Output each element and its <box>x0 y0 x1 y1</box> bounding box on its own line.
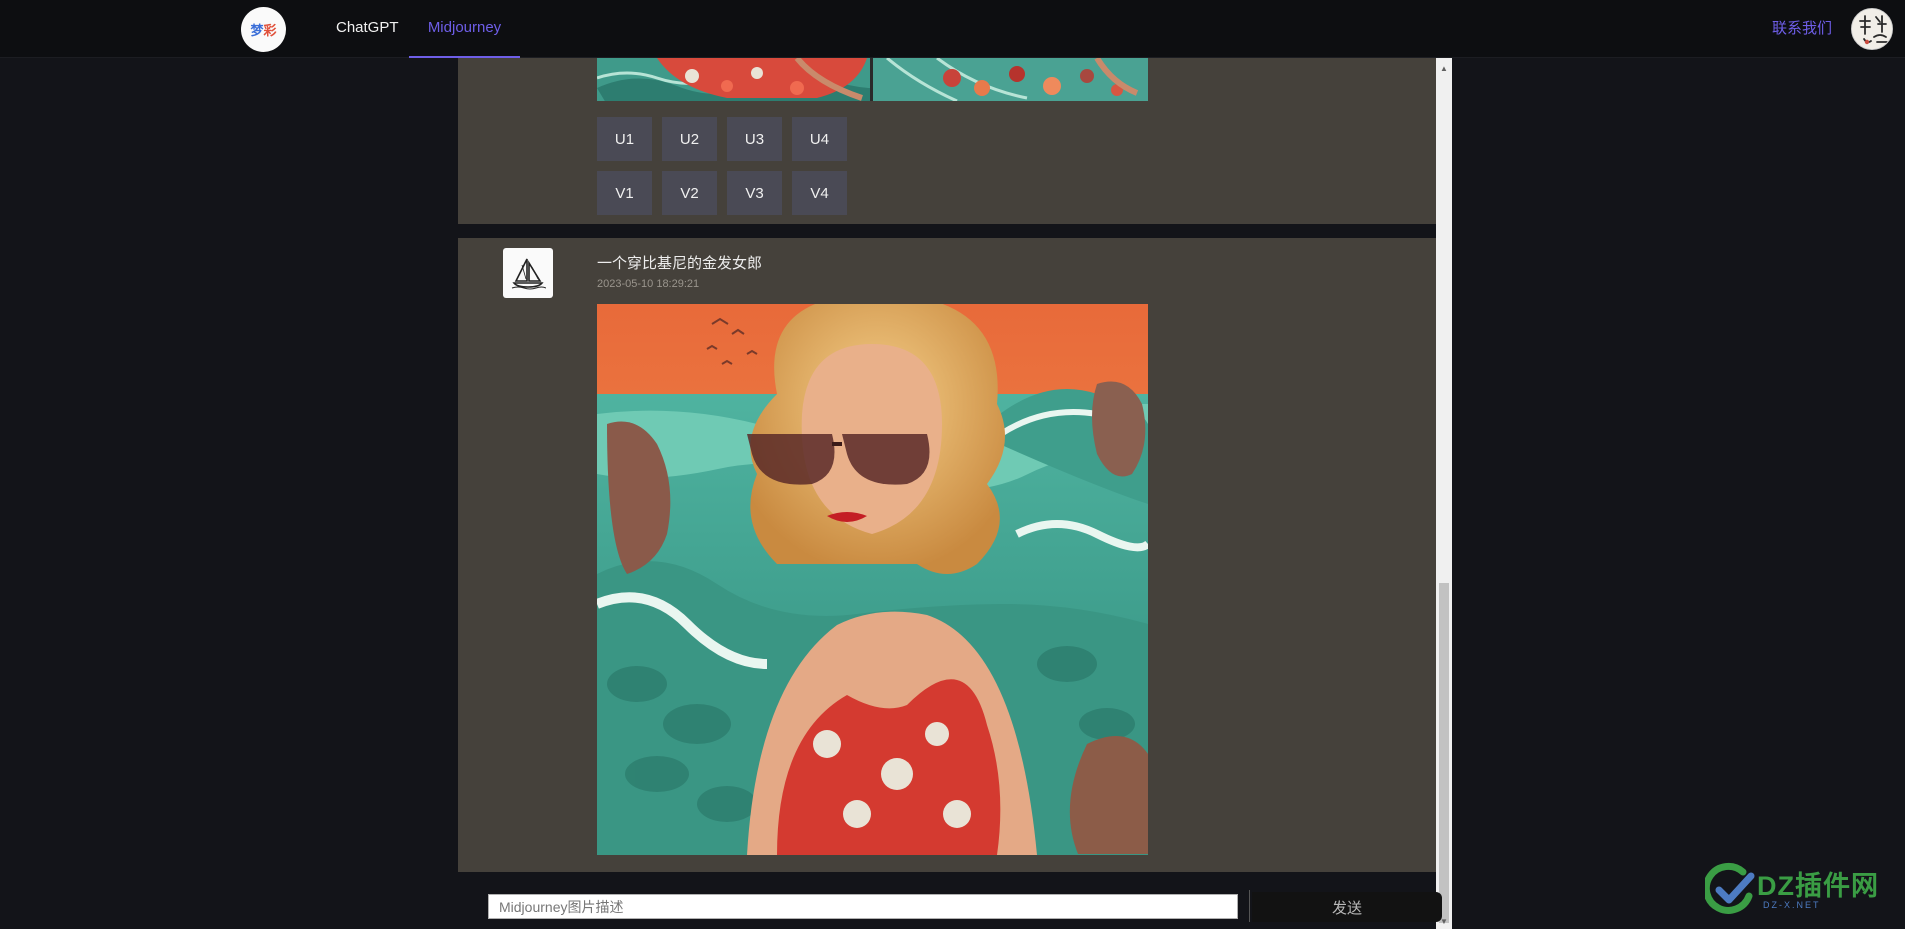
variation-button-v4[interactable]: V4 <box>792 171 847 215</box>
variation-button-v2[interactable]: V2 <box>662 171 717 215</box>
chat-panel[interactable]: U1 U2 U3 U4 V1 V2 V3 V4 一个穿比基尼的金发女郎 2023… <box>458 58 1436 929</box>
previous-result-image[interactable] <box>597 58 1148 101</box>
prompt-text: 一个穿比基尼的金发女郎 <box>597 255 763 272</box>
generated-image-art <box>597 304 1148 855</box>
composer-bar: 发送 <box>458 885 1442 929</box>
current-message: 一个穿比基尼的金发女郎 2023-05-10 18:29:21 <box>458 238 1436 872</box>
midjourney-bot-avatar <box>503 248 553 298</box>
scrollbar-thumb[interactable] <box>1439 583 1449 923</box>
previous-message: U1 U2 U3 U4 V1 V2 V3 V4 <box>458 58 1436 224</box>
upscale-button-row: U1 U2 U3 U4 <box>597 117 847 161</box>
upscale-button-u1[interactable]: U1 <box>597 117 652 161</box>
top-navbar: 梦彩 ChatGPT Midjourney 联系我们 <box>0 0 1905 58</box>
dz-watermark: DZ插件网 DZ-X.NET <box>1705 862 1895 916</box>
variation-button-v1[interactable]: V1 <box>597 171 652 215</box>
message-timestamp: 2023-05-10 18:29:21 <box>597 278 700 290</box>
variation-button-row: V1 V2 V3 V4 <box>597 171 847 215</box>
watermark-subtext: DZ-X.NET <box>1763 900 1821 910</box>
avatar-calligraphy-icon <box>1852 9 1892 49</box>
nav-tab-chatgpt[interactable]: ChatGPT <box>316 0 419 58</box>
generated-image[interactable] <box>597 304 1148 855</box>
contact-us-link[interactable]: 联系我们 <box>1772 0 1832 58</box>
user-avatar[interactable] <box>1851 8 1893 50</box>
scroll-up-arrow-icon[interactable]: ▲ <box>1436 60 1452 76</box>
watermark-text: DZ插件网 <box>1757 871 1879 901</box>
upscale-button-u3[interactable]: U3 <box>727 117 782 161</box>
upscale-button-u2[interactable]: U2 <box>662 117 717 161</box>
composer-divider <box>1249 890 1250 922</box>
sailboat-icon <box>511 258 546 290</box>
previous-image-art <box>597 58 1148 101</box>
nav-tab-midjourney[interactable]: Midjourney <box>409 0 520 58</box>
chat-scrollbar[interactable]: ▲ ▼ <box>1436 58 1452 929</box>
prompt-input[interactable] <box>488 894 1238 919</box>
checkmark-logo-icon <box>1705 862 1755 914</box>
upscale-button-u4[interactable]: U4 <box>792 117 847 161</box>
variation-button-v3[interactable]: V3 <box>727 171 782 215</box>
logo-char-2: 彩 <box>263 23 277 38</box>
send-button[interactable]: 发送 <box>1252 892 1442 922</box>
logo-char-1: 梦 <box>250 23 264 38</box>
site-logo[interactable]: 梦彩 <box>241 7 286 52</box>
